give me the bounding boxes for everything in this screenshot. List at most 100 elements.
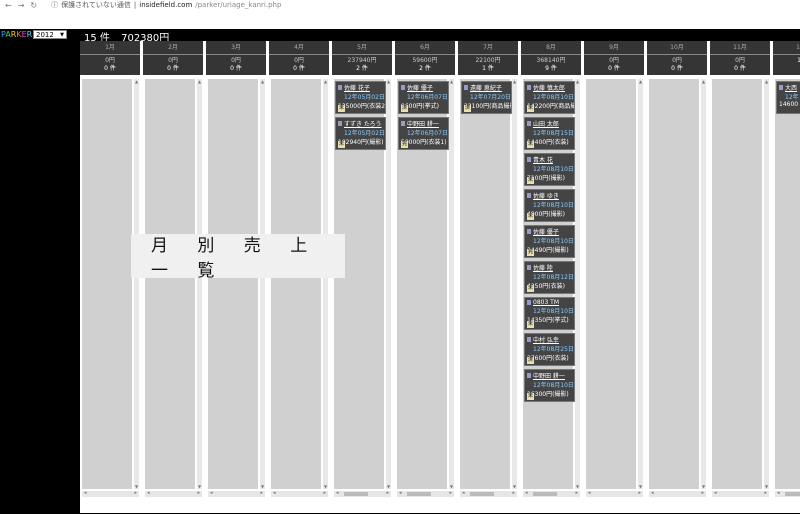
sale-card[interactable]: 佐藤 ゆき 12年08月10日 4900円(撮影) 未: [524, 189, 575, 222]
sale-card[interactable]: 遠藤 恵紀子12年07月20日22100円(商品撮影)済: [461, 81, 512, 114]
scroll-left-icon[interactable]: ◂: [273, 490, 276, 496]
vertical-scrollbar[interactable]: ▲ ▼: [323, 79, 328, 489]
scroll-thumb[interactable]: [344, 492, 368, 496]
scroll-up-icon[interactable]: ▲: [764, 79, 769, 84]
horizontal-scrollbar[interactable]: ◂▸: [397, 490, 454, 497]
customer-name[interactable]: 佐藤 慎太郎: [533, 83, 565, 92]
scroll-left-icon[interactable]: ◂: [462, 490, 465, 496]
scroll-down-icon[interactable]: ▼: [197, 484, 202, 489]
reload-icon[interactable]: ↻: [30, 1, 37, 10]
scroll-right-icon[interactable]: ▸: [512, 490, 515, 496]
scroll-right-icon[interactable]: ▸: [701, 490, 704, 496]
scroll-thumb[interactable]: [785, 492, 800, 496]
scroll-down-icon[interactable]: ▼: [701, 484, 706, 489]
sale-card[interactable]: 佐藤 慎太郎 12年08月10日 142200円(商品撮未: [524, 81, 575, 114]
sale-card[interactable]: 中野田 耕一 12年08月10日 26300円(撮影) 未: [524, 369, 575, 402]
vertical-scrollbar[interactable]: ▲ ▼: [197, 79, 202, 489]
scroll-left-icon[interactable]: ◂: [525, 490, 528, 496]
sale-card[interactable]: 山田 太郎 12年08月15日 14400円(衣装) 未: [524, 117, 575, 150]
customer-name[interactable]: 0803 TM: [533, 299, 559, 306]
scroll-left-icon[interactable]: ◂: [777, 490, 780, 496]
customer-name[interactable]: 青木 花: [533, 155, 553, 164]
vertical-scrollbar[interactable]: ▲ ▼: [764, 79, 769, 489]
sale-card[interactable]: 青木 花 12年08月10日 7100円(撮影) 未: [524, 153, 575, 186]
sale-card[interactable]: 0803 TM 12年08月10日 14350円(挙式) 未: [524, 297, 575, 330]
horizontal-scrollbar[interactable]: ◂▸: [460, 490, 517, 497]
horizontal-scrollbar[interactable]: ◂▸: [271, 490, 328, 497]
scroll-down-icon[interactable]: ▼: [764, 484, 769, 489]
customer-name[interactable]: 佐藤 優子: [407, 83, 433, 92]
customer-name[interactable]: 中村 弘幸: [533, 335, 559, 344]
horizontal-scrollbar[interactable]: ◂▸: [649, 490, 706, 497]
back-icon[interactable]: ←: [5, 1, 12, 10]
scroll-left-icon[interactable]: ◂: [651, 490, 654, 496]
year-select[interactable]: 2012 ▼: [33, 30, 67, 39]
horizontal-scrollbar[interactable]: ◂▸: [334, 490, 391, 497]
scroll-thumb[interactable]: [533, 492, 557, 496]
sale-card[interactable]: 佐藤 優子 12年08月10日 34490円(撮影) 完: [524, 225, 575, 258]
forward-icon[interactable]: →: [18, 1, 25, 10]
sale-card[interactable]: 中野田 耕一 12年06月07日 50000円(衣装1) 完: [398, 117, 449, 150]
horizontal-scrollbar[interactable]: ◂▸: [208, 490, 265, 497]
customer-name[interactable]: 山田 太郎: [533, 119, 559, 128]
horizontal-scrollbar[interactable]: ◂▸: [775, 490, 800, 497]
scroll-up-icon[interactable]: ▲: [134, 79, 139, 84]
vertical-scrollbar[interactable]: ▲ ▼: [134, 79, 139, 489]
scroll-left-icon[interactable]: ◂: [210, 490, 213, 496]
scroll-right-icon[interactable]: ▸: [323, 490, 326, 496]
horizontal-scrollbar[interactable]: ◂▸: [586, 490, 643, 497]
customer-name[interactable]: 中野田 耕一: [407, 119, 439, 128]
sale-card[interactable]: 佐藤 優子 12年06月07日 9600円(挙式) 済: [398, 81, 449, 114]
horizontal-scrollbar[interactable]: ◂▸: [145, 490, 202, 497]
customer-name[interactable]: 中野田 耕一: [533, 371, 565, 380]
horizontal-scrollbar[interactable]: ◂▸: [712, 490, 769, 497]
customer-name[interactable]: 佐藤 ゆき: [533, 191, 559, 200]
scroll-down-icon[interactable]: ▼: [386, 484, 391, 489]
address-bar[interactable]: ⓘ 保護されていない通信 | insidefield.com/parker/ur…: [51, 0, 281, 10]
sale-card[interactable]: すずき たろう 12年05月02日 102940円(撮影) 未: [335, 117, 386, 150]
info-icon[interactable]: ⓘ: [51, 0, 58, 10]
scroll-left-icon[interactable]: ◂: [84, 490, 87, 496]
scroll-left-icon[interactable]: ◂: [336, 490, 339, 496]
scroll-up-icon[interactable]: ▲: [323, 79, 328, 84]
sale-card[interactable]: 佐藤 花子 12年05月02日 135000円(衣装2 未: [335, 81, 386, 114]
scroll-thumb[interactable]: [407, 492, 431, 496]
vertical-scrollbar[interactable]: ▲ ▼: [512, 79, 517, 489]
scroll-left-icon[interactable]: ◂: [588, 490, 591, 496]
scroll-right-icon[interactable]: ▸: [197, 490, 200, 496]
scroll-up-icon[interactable]: ▲: [701, 79, 706, 84]
customer-name[interactable]: 遠藤 恵紀子: [470, 83, 502, 92]
customer-name[interactable]: 佐藤 花子: [344, 83, 370, 92]
scroll-left-icon[interactable]: ◂: [147, 490, 150, 496]
scroll-up-icon[interactable]: ▲: [386, 79, 391, 84]
horizontal-scrollbar[interactable]: ◂▸: [82, 490, 139, 497]
scroll-up-icon[interactable]: ▲: [638, 79, 643, 84]
scroll-right-icon[interactable]: ▸: [260, 490, 263, 496]
vertical-scrollbar[interactable]: ▲ ▼: [449, 79, 454, 489]
vertical-scrollbar[interactable]: ▲ ▼: [260, 79, 265, 489]
sale-card[interactable]: 中村 弘幸 12年08月25日 37600円(衣装) 済: [524, 333, 575, 366]
scroll-left-icon[interactable]: ◂: [399, 490, 402, 496]
scroll-thumb[interactable]: [470, 492, 494, 496]
scroll-down-icon[interactable]: ▼: [512, 484, 517, 489]
scroll-down-icon[interactable]: ▼: [638, 484, 643, 489]
scroll-down-icon[interactable]: ▼: [323, 484, 328, 489]
scroll-up-icon[interactable]: ▲: [512, 79, 517, 84]
vertical-scrollbar[interactable]: ▲ ▼: [701, 79, 706, 489]
customer-name[interactable]: 佐藤 陸: [533, 263, 553, 272]
customer-name[interactable]: 佐藤 優子: [533, 227, 559, 236]
scroll-right-icon[interactable]: ▸: [575, 490, 578, 496]
scroll-right-icon[interactable]: ▸: [386, 490, 389, 496]
sale-card[interactable]: 佐藤 陸 12年08月12日 4250円(衣装) 未: [524, 261, 575, 294]
sale-card[interactable]: 大西 12年 14600: [776, 81, 800, 114]
scroll-down-icon[interactable]: ▼: [575, 484, 580, 489]
customer-name[interactable]: すずき たろう: [344, 119, 382, 128]
scroll-down-icon[interactable]: ▼: [134, 484, 139, 489]
scroll-up-icon[interactable]: ▲: [449, 79, 454, 84]
scroll-up-icon[interactable]: ▲: [575, 79, 580, 84]
vertical-scrollbar[interactable]: ▲ ▼: [575, 79, 580, 489]
horizontal-scrollbar[interactable]: ◂▸: [523, 490, 580, 497]
scroll-up-icon[interactable]: ▲: [260, 79, 265, 84]
scroll-right-icon[interactable]: ▸: [638, 490, 641, 496]
scroll-up-icon[interactable]: ▲: [197, 79, 202, 84]
